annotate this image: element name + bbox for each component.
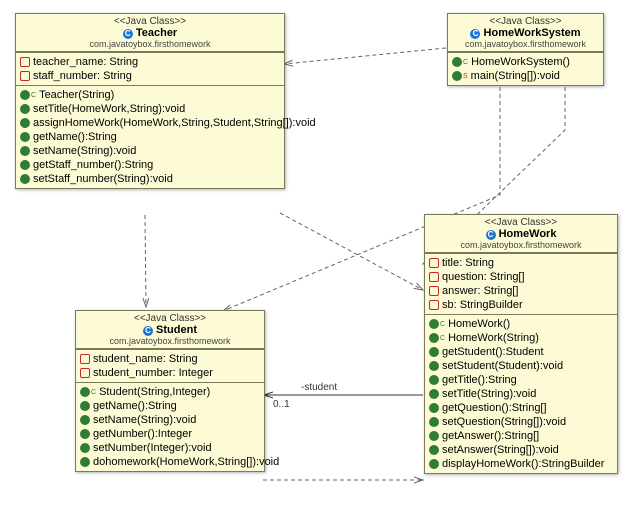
method-icon: [20, 146, 30, 156]
class-student: <<Java Class>> C Student com.javatoybox.…: [75, 310, 265, 472]
field-icon: [80, 354, 90, 364]
assoc-role: -student: [300, 382, 338, 393]
member-row: setAnswer(String[]):void: [429, 443, 613, 457]
member-row: getTitle():String: [429, 373, 613, 387]
member-row: setTitle(HomeWork,String):void: [20, 102, 280, 116]
member-row: getAnswer():String[]: [429, 429, 613, 443]
member-row: getName():String: [20, 130, 280, 144]
method-icon: [452, 57, 462, 67]
member-row: getQuestion():String[]: [429, 401, 613, 415]
class-homework: <<Java Class>> C HomeWork com.javatoybox…: [424, 214, 618, 474]
method-icon: [80, 387, 90, 397]
member-row: Smain(String[]):void: [452, 69, 599, 83]
package: com.javatoybox.firsthomework: [20, 39, 280, 49]
member-row: getStaff_number():String: [20, 158, 280, 172]
member-row: CStudent(String,Integer): [80, 385, 260, 399]
member-row: sb: StringBuilder: [429, 298, 613, 312]
member-row: student_number: Integer: [80, 366, 260, 380]
method-icon: [429, 417, 439, 427]
method-icon: [429, 459, 439, 469]
method-icon: [20, 174, 30, 184]
method-icon: [20, 104, 30, 114]
member-row: getNumber():Integer: [80, 427, 260, 441]
method-icon: [429, 389, 439, 399]
field-icon: [429, 286, 439, 296]
method-icon: [20, 90, 30, 100]
member-row: getName():String: [80, 399, 260, 413]
method-icon: [429, 445, 439, 455]
class-name: Teacher: [136, 27, 177, 39]
method-icon: [80, 415, 90, 425]
member-row: setStaff_number(String):void: [20, 172, 280, 186]
field-icon: [20, 57, 30, 67]
member-row: title: String: [429, 256, 613, 270]
member-row: CHomeWork(String): [429, 331, 613, 345]
method-icon: [80, 443, 90, 453]
method-icon: [429, 361, 439, 371]
class-icon: C: [143, 326, 153, 336]
class-icon: C: [123, 29, 133, 39]
field-icon: [20, 71, 30, 81]
member-row: teacher_name: String: [20, 55, 280, 69]
member-row: CHomeWorkSystem(): [452, 55, 599, 69]
member-row: student_name: String: [80, 352, 260, 366]
class-icon: C: [486, 230, 496, 240]
methods: CTeacher(String)setTitle(HomeWork,String…: [16, 85, 284, 188]
method-icon: [20, 118, 30, 128]
member-row: staff_number: String: [20, 69, 280, 83]
member-row: setStudent(Student):void: [429, 359, 613, 373]
member-row: setNumber(Integer):void: [80, 441, 260, 455]
member-row: setTitle(String):void: [429, 387, 613, 401]
assoc-mult: 0..1: [272, 399, 291, 410]
member-row: CTeacher(String): [20, 88, 280, 102]
field-icon: [80, 368, 90, 378]
member-row: setName(String):void: [20, 144, 280, 158]
class-homeworksystem: <<Java Class>> C HomeWorkSystem com.java…: [447, 13, 604, 86]
class-icon: C: [470, 29, 480, 39]
member-row: assignHomeWork(HomeWork,String,Student,S…: [20, 116, 280, 130]
method-icon: [429, 319, 439, 329]
fields: teacher_name: Stringstaff_number: String: [16, 52, 284, 85]
member-row: dohomework(HomeWork,String[]):void: [80, 455, 260, 469]
method-icon: [20, 160, 30, 170]
member-row: setQuestion(String[]):void: [429, 415, 613, 429]
field-icon: [429, 272, 439, 282]
member-row: getStudent():Student: [429, 345, 613, 359]
method-icon: [452, 71, 462, 81]
member-row: setName(String):void: [80, 413, 260, 427]
method-icon: [80, 429, 90, 439]
member-row: question: String[]: [429, 270, 613, 284]
member-row: answer: String[]: [429, 284, 613, 298]
method-icon: [429, 431, 439, 441]
method-icon: [80, 457, 90, 467]
method-icon: [20, 132, 30, 142]
field-icon: [429, 300, 439, 310]
field-icon: [429, 258, 439, 268]
method-icon: [429, 333, 439, 343]
method-icon: [429, 347, 439, 357]
method-icon: [429, 403, 439, 413]
member-row: displayHomeWork():StringBuilder: [429, 457, 613, 471]
member-row: CHomeWork(): [429, 317, 613, 331]
method-icon: [429, 375, 439, 385]
class-teacher: <<Java Class>> C Teacher com.javatoybox.…: [15, 13, 285, 189]
stereotype: <<Java Class>>: [20, 16, 280, 27]
method-icon: [80, 401, 90, 411]
